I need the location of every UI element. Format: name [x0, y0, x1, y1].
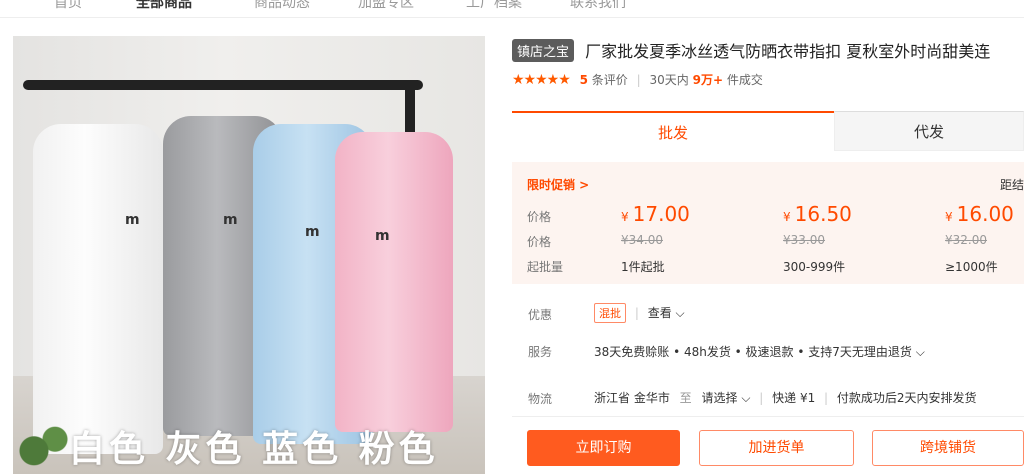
rating-count[interactable]: 5 [580, 73, 588, 87]
clothes-rack [23, 80, 423, 90]
tier-price: ¥16.00 [945, 202, 1014, 226]
tab-dropship[interactable]: 代发 [834, 111, 1024, 151]
rating-suffix: 条评价 [591, 73, 628, 87]
nav-item-all-products[interactable]: 全部商品 [136, 0, 192, 12]
top-nav: 首页 全部商品 商品动态 加盟专区 工厂档案 联系我们 [0, 0, 1024, 18]
ship-note: 付款成功后2天内安排发货 [836, 391, 977, 405]
express-fee: 快递 ¥1 [772, 391, 816, 405]
sales-prefix: 30天内 [649, 73, 689, 87]
buy-now-button[interactable]: 立即订购 [527, 430, 680, 466]
shirt-logo: m [125, 212, 140, 228]
shirt-logo: m [223, 212, 238, 228]
service-label: 服务 [528, 345, 553, 359]
tier-price: ¥16.50 [783, 202, 852, 226]
star-rating-icon: ★★★★★ [512, 72, 571, 88]
ship-to-label: 至 [679, 391, 692, 405]
price-label: 价格 [527, 210, 552, 224]
tier-qty: ≥1000件 [945, 260, 998, 274]
logistics-label: 物流 [528, 392, 553, 406]
shirt-logo: m [305, 224, 320, 240]
product-image[interactable]: m m m m 白色 灰色 蓝色 粉色 [13, 36, 485, 474]
rating-row: ★★★★★ 5 条评价 | 30天内 9万+ 件成交 [512, 72, 763, 88]
add-to-cart-button[interactable]: 加进货单 [699, 430, 854, 466]
tab-wholesale[interactable]: 批发 [512, 111, 834, 151]
shirt-white: m [33, 124, 163, 454]
nav-item-factory[interactable]: 工厂档案 [466, 0, 522, 12]
mixed-batch-tag[interactable]: 混批 [594, 303, 626, 323]
shop-badge: 镇店之宝 [512, 38, 575, 62]
nav-item-home[interactable]: 首页 [54, 0, 82, 12]
orig-price-label: 价格 [527, 235, 552, 249]
ship-to-select[interactable]: 请选择 ⌵ [702, 391, 751, 405]
promo-countdown: 距结 [999, 178, 1024, 192]
product-title: 厂家批发夏季冰丝透气防晒衣带指扣 夏秋室外时尚甜美连 [585, 42, 991, 61]
image-caption: 白色 灰色 蓝色 粉色 [69, 429, 439, 470]
nav-item-news[interactable]: 商品动态 [254, 0, 310, 12]
purchase-tabs: 批发 代发 [512, 111, 1024, 151]
tier-orig-price: ¥33.00 [783, 233, 825, 247]
shirt-logo: m [375, 228, 390, 244]
offers-row: 混批 | 查看 ⌵ [594, 303, 685, 323]
ship-from: 浙江省 金华市 [594, 391, 670, 405]
price-box: 限时促销 > 距结 价格 价格 起批量 ¥17.00 ¥16.50 ¥16.00… [512, 162, 1024, 284]
title-row: 镇店之宝 厂家批发夏季冰丝透气防晒衣带指扣 夏秋室外时尚甜美连 [512, 38, 1024, 62]
logistics-row: 浙江省 金华市 至 请选择 ⌵ | 快递 ¥1 | 付款成功后2天内安排发货 [594, 391, 977, 405]
sales-suffix: 件成交 [726, 73, 763, 87]
offers-label: 优惠 [528, 308, 553, 322]
tier-qty: 1件起批 [621, 260, 665, 274]
nav-item-join[interactable]: 加盟专区 [358, 0, 414, 12]
tier-orig-price: ¥32.00 [945, 233, 987, 247]
service-text[interactable]: 38天免费赊账 • 48h发货 • 极速退款 • 支持7天无理由退货 ⌵ [594, 343, 925, 360]
crossborder-button[interactable]: 跨境铺货 [872, 430, 1024, 466]
action-bar: 立即订购 加进货单 跨境铺货 [512, 416, 1024, 474]
moq-label: 起批量 [527, 260, 564, 274]
sales-count: 9万+ [692, 73, 724, 87]
shirt-pink: m [335, 132, 453, 432]
tier-orig-price: ¥34.00 [621, 233, 663, 247]
offers-more-link[interactable]: 查看 ⌵ [648, 306, 685, 320]
promo-link[interactable]: 限时促销 > [527, 176, 589, 193]
tier-price: ¥17.00 [621, 202, 690, 226]
nav-item-contact[interactable]: 联系我们 [570, 0, 626, 12]
tier-qty: 300-999件 [783, 260, 846, 274]
